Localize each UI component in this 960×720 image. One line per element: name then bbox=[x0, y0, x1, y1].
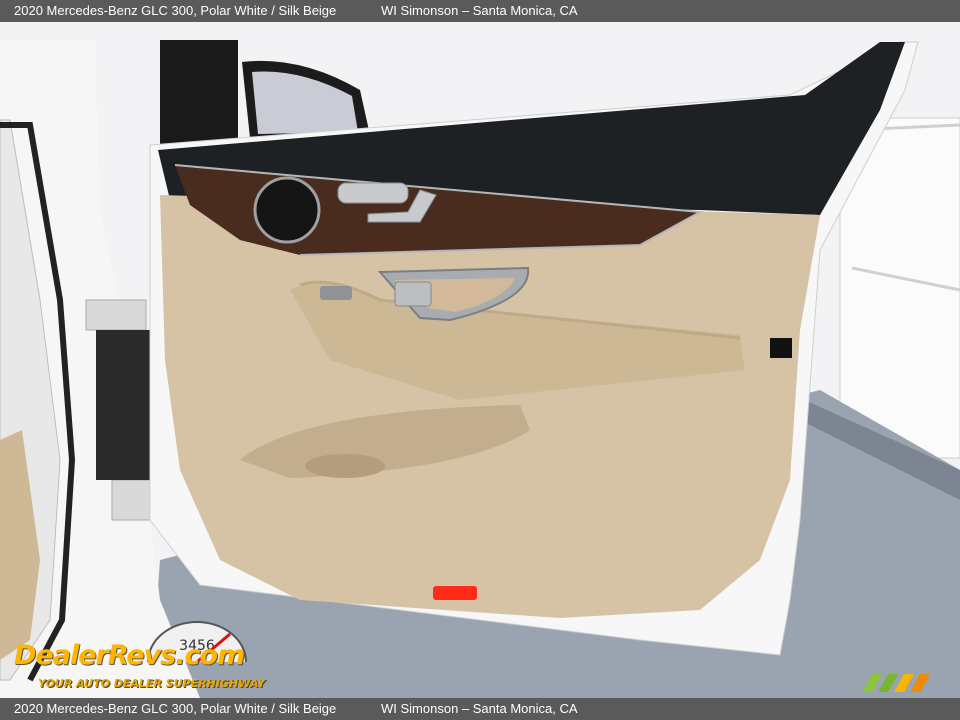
caption-dealer: WI Simonson – Santa Monica, CA bbox=[381, 3, 578, 18]
caption-bar-bottom: 2020 Mercedes-Benz GLC 300, Polar White … bbox=[0, 698, 960, 720]
car-door-photo bbox=[0, 22, 960, 698]
courtesy-light bbox=[433, 586, 477, 600]
window-switch bbox=[320, 286, 352, 300]
caption-bar-top: 2020 Mercedes-Benz GLC 300, Polar White … bbox=[0, 0, 960, 22]
speaker bbox=[253, 176, 321, 244]
caption-title-bottom: 2020 Mercedes-Benz GLC 300, Polar White … bbox=[14, 701, 337, 716]
caption-dealer-bottom: WI Simonson – Santa Monica, CA bbox=[381, 701, 578, 716]
dealerrevs-tagline: YOUR AUTO DEALER SUPERHIGHWAY bbox=[38, 677, 266, 690]
dealerrevs-watermark: 3456 DealerRevs.com YOUR AUTO DEALER SUP… bbox=[10, 620, 270, 692]
dealerrevs-logo: DealerRevs.com bbox=[14, 640, 245, 671]
dealer-brand-logo-icon bbox=[862, 674, 930, 692]
seat-memory-buttons bbox=[337, 182, 409, 204]
door-latch bbox=[770, 338, 792, 358]
caption-title: 2020 Mercedes-Benz GLC 300, Polar White … bbox=[14, 3, 337, 18]
